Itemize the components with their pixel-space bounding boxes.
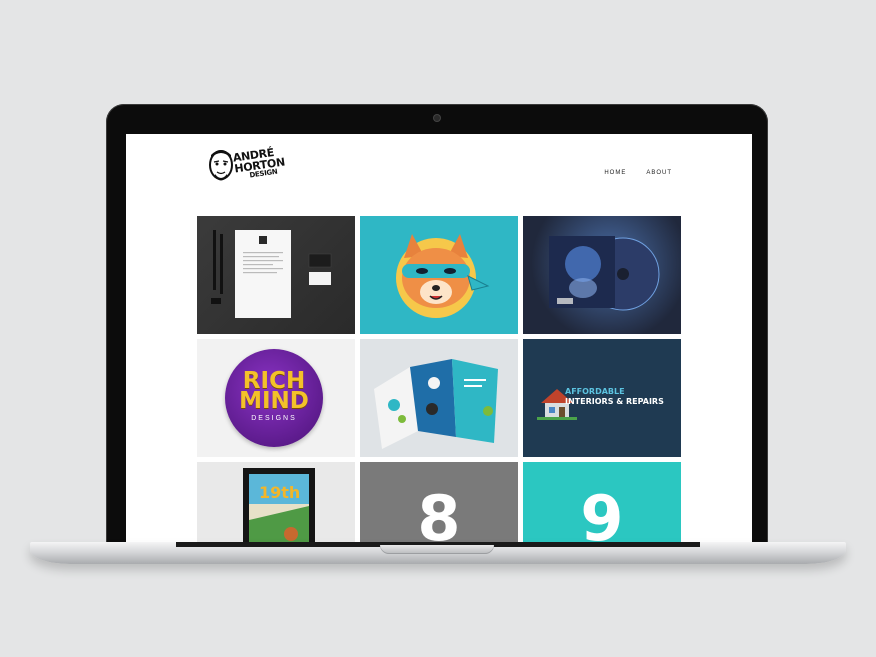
nav-about-link[interactable]: ABOUT [646, 170, 672, 176]
nav-home-link[interactable]: HOME [604, 170, 626, 176]
portfolio-tile-8[interactable]: 8 [360, 462, 518, 548]
rich-mind-subtitle: DESIGNS [251, 415, 297, 422]
portfolio-tile-brochure[interactable] [360, 339, 518, 457]
fox-mascot-image [396, 234, 490, 318]
rich-mind-badge: RICH MIND DESIGNS [225, 349, 323, 447]
portfolio-tile-affordable[interactable]: AFFORDABLE INTERIORS & REPAIRS [523, 339, 681, 457]
portfolio-tile-9[interactable]: 9 [523, 462, 681, 548]
brochure-image [374, 359, 498, 449]
portfolio-tile-rich-mind[interactable]: RICH MIND DESIGNS [197, 339, 355, 457]
svg-text:19th: 19th [259, 483, 300, 502]
cd-album-image [549, 236, 660, 311]
portfolio-tile-cd-album[interactable] [523, 216, 681, 334]
laptop-lid-notch [380, 545, 494, 554]
tile-number-9: 9 [580, 482, 624, 549]
laptop-screen: ANDRÉ HORTON DESIGN HOME ABOUT RICH MIND… [126, 134, 752, 548]
framed-poster-image: 19th [243, 468, 315, 548]
webcam-icon [434, 115, 440, 121]
affordable-wordmark: AFFORDABLE INTERIORS & REPAIRS [565, 387, 664, 406]
tile-number-8: 8 [417, 482, 461, 549]
stationery-mockup-image [211, 230, 332, 318]
portfolio-tile-stationery[interactable] [197, 216, 355, 334]
logo-wordmark: ANDRÉ HORTON DESIGN [232, 146, 286, 182]
portfolio-tile-fox-mascot[interactable] [360, 216, 518, 334]
main-nav: HOME ABOUT [604, 170, 672, 176]
portfolio-tile-poster[interactable]: 19th [197, 462, 355, 548]
site-logo[interactable]: ANDRÉ HORTON DESIGN [206, 146, 286, 188]
rich-mind-title: RICH MIND [239, 368, 309, 414]
portfolio-grid: RICH MIND DESIGNS AFFORDABLE INTERIORS &… [197, 216, 681, 548]
